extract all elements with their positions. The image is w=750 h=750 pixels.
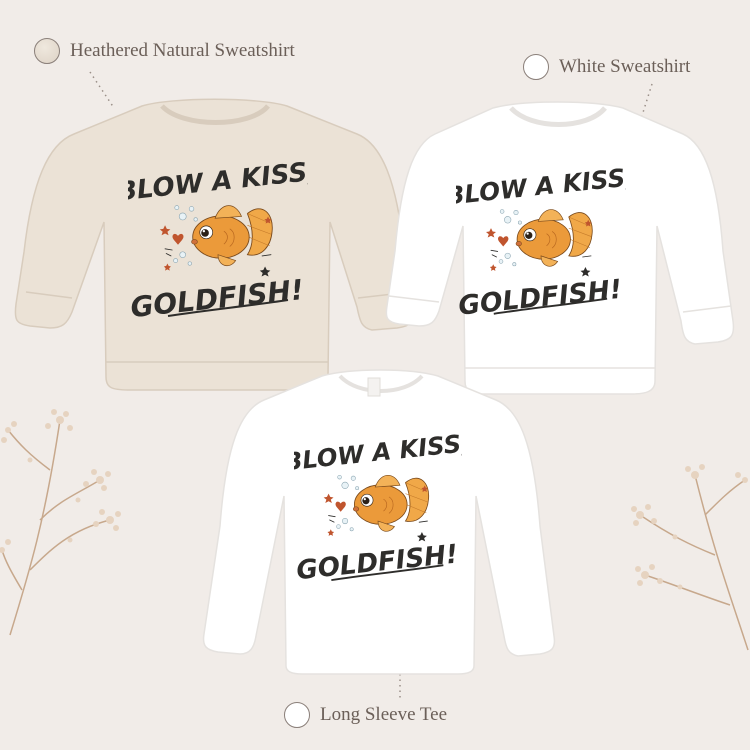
design-line1: BLOW A KISS, [456,164,626,211]
design-print-heathered: BLOW A KISS, GOLDFISH! [116,157,319,324]
dried-flower-left [0,409,121,636]
color-swatch-heathered[interactable] [34,38,60,64]
design-print-tee: BLOW A KISS, GOLDFISH! [283,428,472,592]
design-line1: BLOW A KISS, [294,432,462,476]
color-swatch-white[interactable] [523,54,549,80]
design-line2: GOLDFISH! [129,273,305,320]
variant-label-heathered[interactable]: Heathered Natural Sweatshirt [34,38,295,64]
color-swatch-tee[interactable] [284,702,310,728]
dried-flower-right [631,464,749,651]
design-print-white-sweatshirt: BLOW A KISS, GOLDFISH! [444,162,635,322]
variant-label-text: Long Sleeve Tee [320,704,448,725]
print-artwork: BLOW A KISS, GOLDFISH! [283,428,472,586]
print-artwork: BLOW A KISS, GOLDFISH! [116,157,319,324]
design-line2: GOLDFISH! [295,539,459,586]
variant-label-white-sweatshirt[interactable]: White Sweatshirt [523,54,690,80]
design-line1: BLOW A KISS, [128,160,308,207]
variant-label-long-sleeve-tee[interactable]: Long Sleeve Tee [284,702,447,728]
design-line2: GOLDFISH! [457,274,623,320]
variant-label-text: Heathered Natural Sweatshirt [70,40,295,61]
variant-label-text: White Sweatshirt [559,56,691,77]
neck-tag [367,377,381,397]
print-artwork: BLOW A KISS, GOLDFISH! [444,162,635,322]
